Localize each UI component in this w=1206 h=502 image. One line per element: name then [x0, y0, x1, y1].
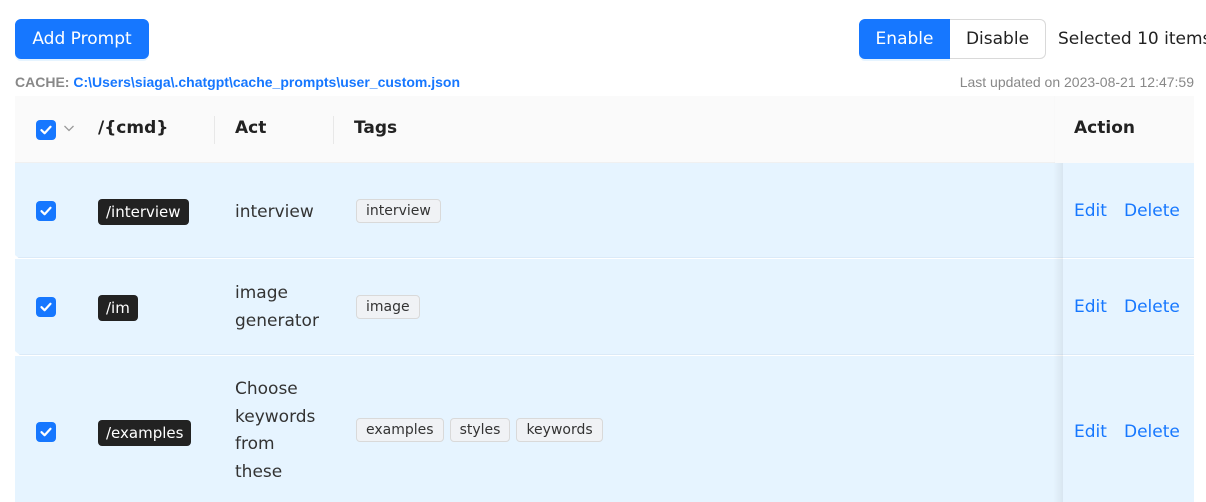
prompts-table: /{cmd} Act Tags /interview interview int…: [15, 96, 1194, 502]
check-icon: [40, 206, 52, 216]
chevron-down-icon[interactable]: [63, 122, 75, 134]
table-row[interactable]: /examples Choose keywords from these exa…: [15, 356, 1194, 502]
row-checkbox[interactable]: [36, 297, 56, 317]
tag: interview: [356, 199, 441, 223]
header-act: Act: [235, 118, 267, 138]
cmd-badge: /im: [98, 295, 138, 321]
table-row[interactable]: /interview interview interview Edit Dele…: [15, 163, 1194, 258]
last-updated: Last updated on 2023-08-21 12:47:59: [959, 74, 1194, 90]
edit-link[interactable]: Edit: [1074, 297, 1107, 317]
header-action-cell: Action: [1055, 96, 1194, 163]
delete-link[interactable]: Delete: [1124, 297, 1180, 317]
tag: image: [356, 295, 420, 319]
table-header: /{cmd} Act Tags: [15, 96, 1194, 163]
act-text: Choose keywords from these: [235, 379, 316, 482]
tag: examples: [356, 418, 444, 442]
cache-label: CACHE:: [15, 74, 70, 90]
check-icon: [40, 302, 52, 312]
cache-info: CACHE: C:\Users\siaga\.chatgpt\cache_pro…: [15, 74, 460, 90]
enable-button[interactable]: Enable: [859, 19, 950, 59]
header-divider: [214, 116, 215, 144]
delete-link[interactable]: Delete: [1124, 201, 1180, 221]
header-action: Action: [1074, 118, 1135, 138]
row-checkbox[interactable]: [36, 422, 56, 442]
add-prompt-button[interactable]: Add Prompt: [15, 19, 149, 59]
header-cmd: /{cmd}: [98, 118, 169, 138]
act-text: interview: [235, 202, 314, 222]
act-text: image generator: [235, 283, 319, 331]
tag: styles: [449, 418, 511, 442]
check-icon: [40, 125, 52, 135]
selected-count: Selected 10 items: [1058, 29, 1206, 49]
tag: keywords: [516, 418, 603, 442]
row-checkbox[interactable]: [36, 201, 56, 221]
check-icon: [40, 427, 52, 437]
cache-path-link[interactable]: C:\Users\siaga\.chatgpt\cache_prompts\us…: [73, 74, 460, 90]
tag-list: image: [356, 295, 420, 319]
select-all-checkbox[interactable]: [36, 120, 56, 140]
tag-list: examples styles keywords: [356, 418, 603, 442]
header-tags: Tags: [354, 118, 398, 138]
header-divider: [333, 116, 334, 144]
cmd-badge: /examples: [98, 420, 192, 446]
tag-list: interview: [356, 199, 441, 223]
disable-button[interactable]: Disable: [950, 19, 1046, 59]
edit-link[interactable]: Edit: [1074, 201, 1107, 221]
cmd-badge: /interview: [98, 199, 189, 225]
edit-link[interactable]: Edit: [1074, 422, 1107, 442]
delete-link[interactable]: Delete: [1124, 422, 1180, 442]
table-row[interactable]: /im image generator image Edit Delete: [15, 259, 1194, 355]
